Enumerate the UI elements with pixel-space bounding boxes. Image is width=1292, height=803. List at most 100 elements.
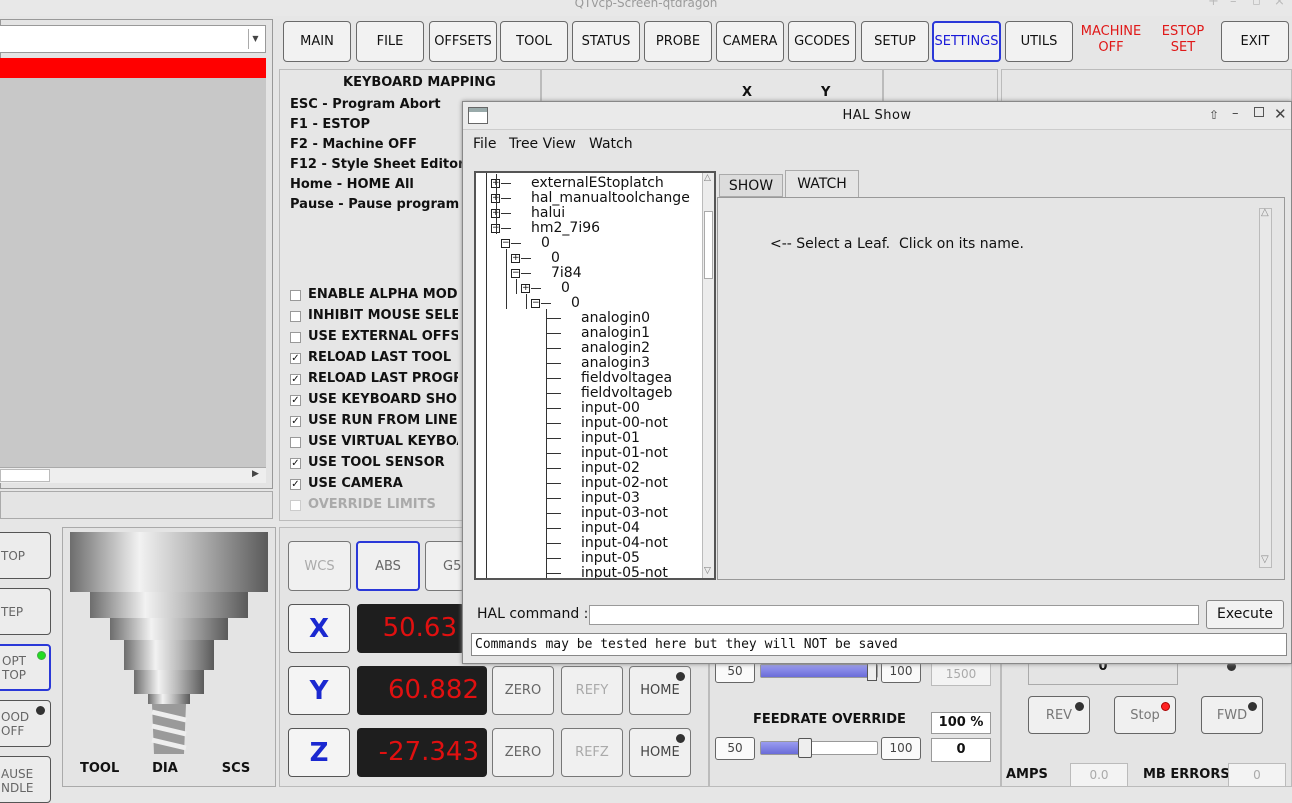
window-minimize-icon[interactable]: – xyxy=(1230,0,1237,9)
feed-max-button[interactable]: 100 xyxy=(881,737,921,760)
scrollbar-handle[interactable] xyxy=(704,211,713,279)
tree-node-label[interactable]: hal_manualtoolchange xyxy=(531,191,690,206)
setting-checkbox[interactable] xyxy=(290,290,301,301)
tab-setup[interactable]: SETUP xyxy=(861,21,929,62)
tree-node-label[interactable]: hm2_7i96 xyxy=(531,221,600,236)
tree-node-label[interactable]: input-04-not xyxy=(581,536,668,551)
collapse-icon[interactable]: − xyxy=(531,299,540,308)
flood-button[interactable]: OOD OFF xyxy=(0,700,51,747)
zero-y-button[interactable]: ZERO xyxy=(492,666,554,715)
tab-main[interactable]: MAIN xyxy=(283,21,351,62)
hal-tree-view[interactable]: + externalEStoplatch + hal_manualtoolchange… xyxy=(474,171,716,580)
tree-node-label[interactable]: input-00 xyxy=(581,401,640,416)
tab-gcodes[interactable]: GCODES xyxy=(788,21,856,62)
setting-checkbox[interactable] xyxy=(290,332,301,343)
home-y-button[interactable]: HOME xyxy=(629,666,691,715)
window-shade-icon[interactable]: ⇧ xyxy=(1209,108,1219,122)
rapid-override-slider[interactable] xyxy=(760,661,878,681)
tab-camera[interactable]: CAMERA xyxy=(716,21,784,62)
tree-node-label[interactable]: externalEStoplatch xyxy=(531,176,664,191)
tab-offsets[interactable]: OFFSETS xyxy=(429,21,497,62)
window-menu-icon[interactable] xyxy=(468,107,488,124)
chevron-right-icon[interactable]: ▶ xyxy=(252,469,259,479)
expand-icon[interactable]: + xyxy=(511,254,520,263)
ref-z-button[interactable]: REFZ xyxy=(561,728,623,777)
tab-status[interactable]: STATUS xyxy=(572,21,640,62)
tree-node-label[interactable]: input-05 xyxy=(581,551,640,566)
window-close-icon[interactable]: × xyxy=(1274,0,1285,9)
setting-checkbox[interactable]: ✓ xyxy=(290,353,301,364)
setting-checkbox[interactable] xyxy=(290,311,301,322)
tree-node-label[interactable]: 0 xyxy=(551,251,560,266)
pause-spindle-button[interactable]: AUSE NDLE xyxy=(0,756,51,803)
tree-node-label[interactable]: input-03-not xyxy=(581,506,668,521)
zero-z-button[interactable]: ZERO xyxy=(492,728,554,777)
setting-checkbox[interactable] xyxy=(290,437,301,448)
hal-show-titlebar[interactable]: HAL Show xyxy=(463,102,1291,130)
setting-checkbox[interactable] xyxy=(290,500,301,511)
chevron-down-icon[interactable]: ▽ xyxy=(1261,554,1269,565)
stop-button[interactable]: TOP xyxy=(0,532,51,579)
window-close-icon[interactable]: ✕ xyxy=(1274,105,1287,123)
tree-node-label[interactable]: 0 xyxy=(571,296,580,311)
tree-node-label[interactable]: input-01 xyxy=(581,431,640,446)
hal-command-input[interactable] xyxy=(589,605,1199,625)
menu-file[interactable]: File xyxy=(473,136,496,152)
tree-node-label[interactable]: input-00-not xyxy=(581,416,668,431)
spindle-reverse-button[interactable]: REV xyxy=(1028,696,1090,734)
tree-node-label[interactable]: analogin2 xyxy=(581,341,650,356)
tree-node-label[interactable]: fieldvoltageb xyxy=(581,386,672,401)
home-z-button[interactable]: HOME xyxy=(629,728,691,777)
tab-watch[interactable]: WATCH xyxy=(785,170,859,197)
tab-show[interactable]: SHOW xyxy=(719,174,783,197)
chevron-down-icon[interactable]: ▽ xyxy=(704,566,711,576)
scrollbar-handle[interactable] xyxy=(0,469,50,482)
tab-settings[interactable]: SETTINGS xyxy=(932,21,1001,62)
tree-node-label[interactable]: input-01-not xyxy=(581,446,668,461)
exit-button[interactable]: EXIT xyxy=(1221,21,1289,62)
file-list[interactable] xyxy=(0,78,266,467)
wcs-button[interactable]: WCS xyxy=(288,541,351,591)
slider-handle[interactable] xyxy=(798,738,812,758)
window-maximize-icon[interactable]: ▫ xyxy=(1252,0,1261,9)
axis-x-button[interactable]: X xyxy=(288,604,350,653)
step-button[interactable]: TEP xyxy=(0,588,51,635)
tree-node-label[interactable]: 0 xyxy=(561,281,570,296)
axis-z-button[interactable]: Z xyxy=(288,728,350,777)
tree-node-label[interactable]: input-04 xyxy=(581,521,640,536)
tab-tool[interactable]: TOOL xyxy=(500,21,568,62)
setting-checkbox[interactable]: ✓ xyxy=(290,458,301,469)
expand-icon[interactable]: + xyxy=(521,284,530,293)
tree-node-label[interactable]: input-02 xyxy=(581,461,640,476)
machine-status-indicator[interactable]: MACHINE OFF xyxy=(1077,24,1145,56)
chevron-up-icon[interactable]: △ xyxy=(1261,207,1269,218)
menu-tree-view[interactable]: Tree View xyxy=(509,136,576,152)
menu-watch[interactable]: Watch xyxy=(589,136,633,152)
setting-checkbox[interactable]: ✓ xyxy=(290,395,301,406)
window-pin-icon[interactable]: + xyxy=(1208,0,1219,9)
tree-node-label[interactable]: 7i84 xyxy=(551,266,582,281)
tree-node-label[interactable]: analogin3 xyxy=(581,356,650,371)
tree-node-label[interactable]: 0 xyxy=(541,236,550,251)
tree-node-label[interactable]: analogin0 xyxy=(581,311,650,326)
tab-utils[interactable]: UTILS xyxy=(1005,21,1073,62)
setting-checkbox[interactable]: ✓ xyxy=(290,374,301,385)
setting-checkbox[interactable]: ✓ xyxy=(290,416,301,427)
feed-min-button[interactable]: 50 xyxy=(715,737,755,760)
horizontal-scrollbar[interactable]: ▶ xyxy=(0,467,266,483)
tab-probe[interactable]: PROBE xyxy=(644,21,712,62)
tree-node-label[interactable]: analogin1 xyxy=(581,326,650,341)
watch-vertical-scrollbar[interactable]: △ ▽ xyxy=(1259,207,1272,568)
tab-file[interactable]: FILE xyxy=(356,21,424,62)
window-minimize-icon[interactable]: – xyxy=(1232,106,1239,121)
tree-node-label[interactable]: input-05-not xyxy=(581,566,668,579)
spindle-forward-button[interactable]: FWD xyxy=(1201,696,1263,734)
tree-vertical-scrollbar[interactable]: △ ▽ xyxy=(702,173,714,578)
chevron-up-icon[interactable]: △ xyxy=(704,173,711,183)
setting-checkbox[interactable]: ✓ xyxy=(290,479,301,490)
estop-status-indicator[interactable]: ESTOP SET xyxy=(1150,24,1216,56)
slider-handle[interactable] xyxy=(867,661,877,681)
chevron-down-icon[interactable]: ▼ xyxy=(248,29,262,49)
tree-node-label[interactable]: halui xyxy=(531,206,565,221)
tree-node-label[interactable]: input-03 xyxy=(581,491,640,506)
